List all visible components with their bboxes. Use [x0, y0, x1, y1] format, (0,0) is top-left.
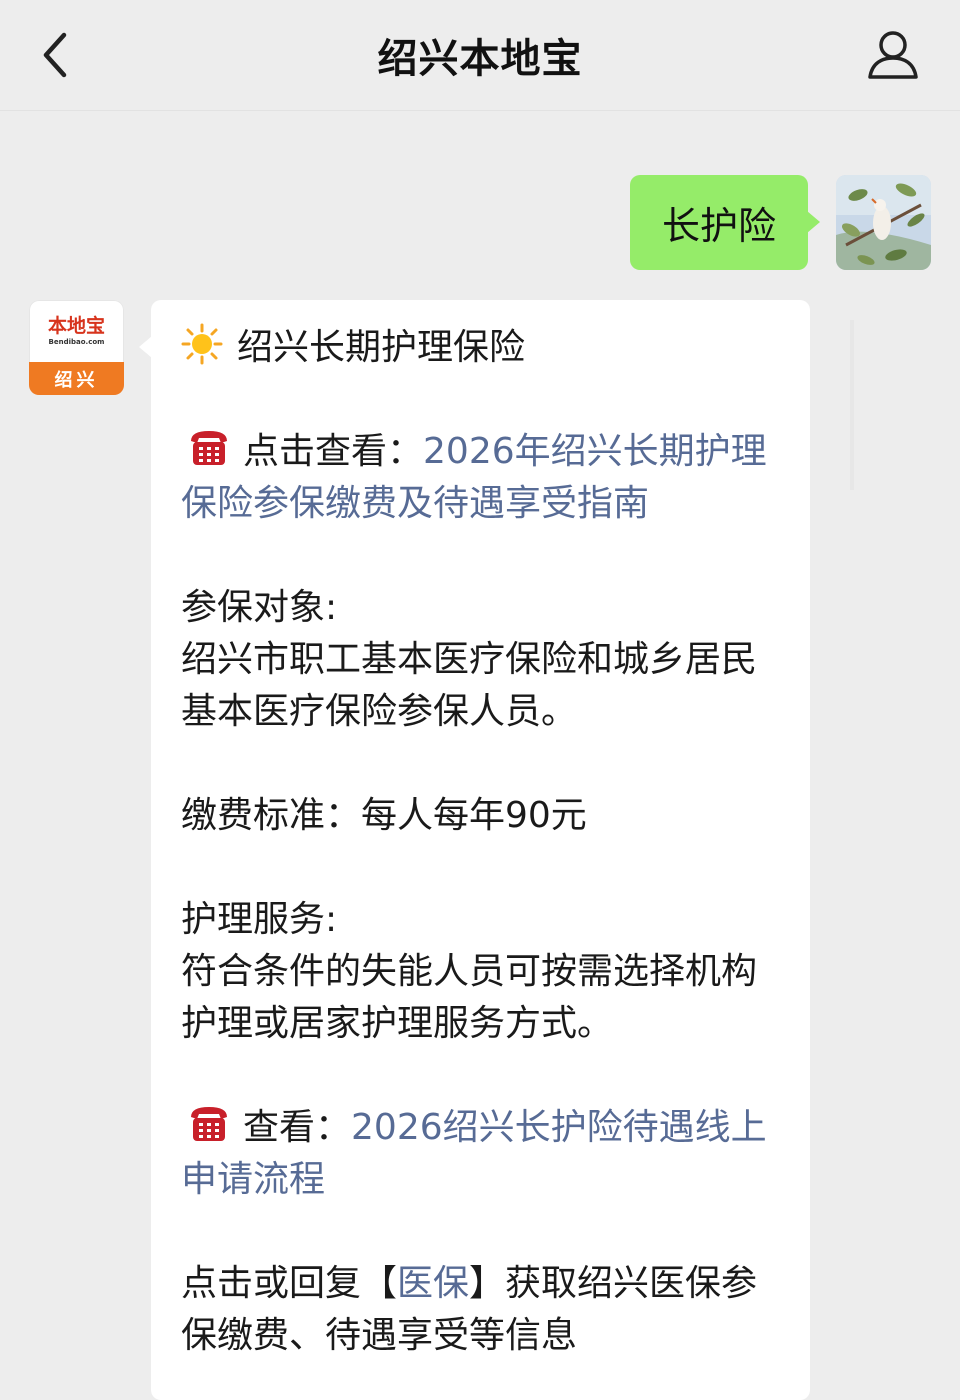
- incoming-message-bubble: 绍兴长期护理保险 点击查看：2026年绍兴长期护理保险参保缴费及待遇享受指南 参…: [139, 300, 810, 1400]
- outgoing-message-text: 长护险: [661, 204, 776, 248]
- telephone-icon: [191, 431, 227, 465]
- guide-link-line: 点击查看：2026年绍兴长期护理保险参保缴费及待遇享受指南: [181, 426, 786, 530]
- fee-text: 缴费标准：每人每年90元: [181, 795, 587, 836]
- message-title-line: 绍兴长期护理保险: [181, 322, 786, 374]
- bubble-edge-divider: [850, 320, 854, 490]
- message-title: 绍兴长期护理保险: [237, 327, 526, 368]
- bird-photo-avatar: [836, 175, 931, 270]
- service-text: 符合条件的失能人员可按需选择机构护理或居家护理服务方式。: [181, 951, 758, 1044]
- bot-logo: 本地宝 Bendibao.com: [29, 300, 124, 362]
- subject-text: 绍兴市职工基本医疗保险和城乡居民基本医疗保险参保人员。: [181, 639, 758, 732]
- profile-button[interactable]: [862, 26, 924, 84]
- message-body: 绍兴长期护理保险 点击查看：2026年绍兴长期护理保险参保缴费及待遇享受指南 参…: [181, 322, 786, 1362]
- apply-link-prefix: 查看：: [243, 1107, 352, 1148]
- apply-link-line: 查看：2026绍兴长护险待遇线上申请流程: [181, 1102, 786, 1206]
- outgoing-message-bubble[interactable]: 长护险: [630, 175, 820, 270]
- service-label: 护理服务:: [181, 899, 338, 940]
- user-avatar[interactable]: [836, 175, 931, 270]
- logo-text: 本地宝: [47, 315, 105, 337]
- logo-city: 绍兴: [29, 362, 124, 395]
- bot-avatar[interactable]: 本地宝 Bendibao.com 绍兴: [29, 300, 124, 395]
- guide-link-prefix: 点击查看：: [243, 431, 424, 472]
- footer-line: 点击或回复【医保】获取绍兴医保参保缴费、待遇享受等信息: [181, 1258, 786, 1362]
- footer-prefix: 点击或回复【: [181, 1263, 398, 1304]
- logo-subtext: Bendibao.com: [48, 338, 105, 346]
- chat-header: 绍兴本地宝: [0, 0, 960, 111]
- sun-icon: [181, 323, 223, 365]
- person-icon: [868, 31, 918, 79]
- chat-title: 绍兴本地宝: [377, 36, 583, 82]
- medical-insurance-link[interactable]: 医保: [397, 1263, 469, 1304]
- telephone-icon: [191, 1107, 227, 1141]
- subject-label: 参保对象:: [181, 587, 338, 628]
